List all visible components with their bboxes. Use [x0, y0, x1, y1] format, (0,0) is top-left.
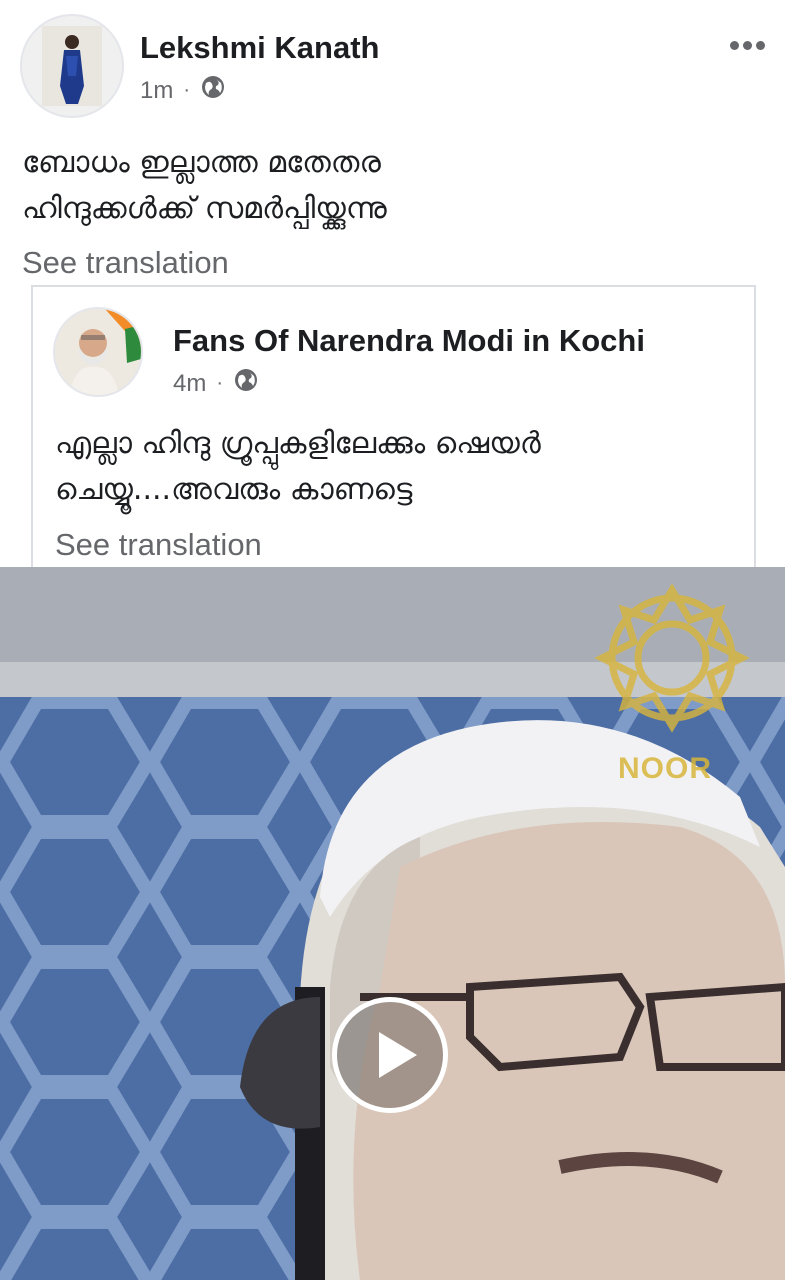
shared-author-avatar[interactable] [53, 307, 143, 397]
meta-separator: · [183, 79, 191, 101]
shared-post-card[interactable]: Fans Of Narendra Modi in Kochi 4m · എല്ല… [31, 285, 756, 587]
play-button[interactable] [332, 997, 448, 1113]
post-text: ബോധം ഇല്ലാത്ത മതേതര ഹിന്ദുക്കൾക്ക് സമർപ്… [22, 140, 762, 232]
author-avatar[interactable] [20, 14, 124, 118]
shared-see-translation-link[interactable]: See translation [55, 527, 262, 563]
post-text-line: ബോധം ഇല്ലാത്ത മതേതര [22, 145, 381, 180]
shared-text-line: ചെയ്യൂ....അവരും കാണട്ടെ [55, 472, 413, 507]
channel-logo-watermark [594, 583, 750, 733]
post-header: Lekshmi Kanath 1m · [0, 0, 785, 130]
shared-post-text: എല്ലാ ഹിന്ദു ഗ്രൂപ്പുകളിലേക്കും ഷെയർ ചെയ… [55, 421, 745, 513]
more-options-button[interactable] [727, 30, 767, 60]
play-icon [379, 1032, 417, 1078]
shared-text-line: എല്ലാ ഹിന്ദു ഗ്രൂപ്പുകളിലേക്കും ഷെയർ [55, 426, 541, 461]
globe-icon [200, 74, 226, 107]
shared-post-time[interactable]: 4m [173, 370, 206, 398]
post-time[interactable]: 1m [140, 77, 173, 105]
globe-icon [233, 367, 259, 400]
shared-author-name[interactable]: Fans Of Narendra Modi in Kochi [173, 323, 645, 359]
post-meta: 1m · [140, 74, 226, 107]
more-horizontal-icon [729, 40, 739, 50]
post-text-line: ഹിന്ദുക്കൾക്ക് സമർപ്പിയ്ക്കുന്നു [22, 191, 387, 226]
meta-separator: · [216, 372, 224, 394]
watermark-text: NOOR [618, 752, 712, 785]
shared-post-meta: 4m · [173, 367, 259, 400]
author-name[interactable]: Lekshmi Kanath [140, 30, 379, 66]
see-translation-link[interactable]: See translation [22, 245, 229, 281]
